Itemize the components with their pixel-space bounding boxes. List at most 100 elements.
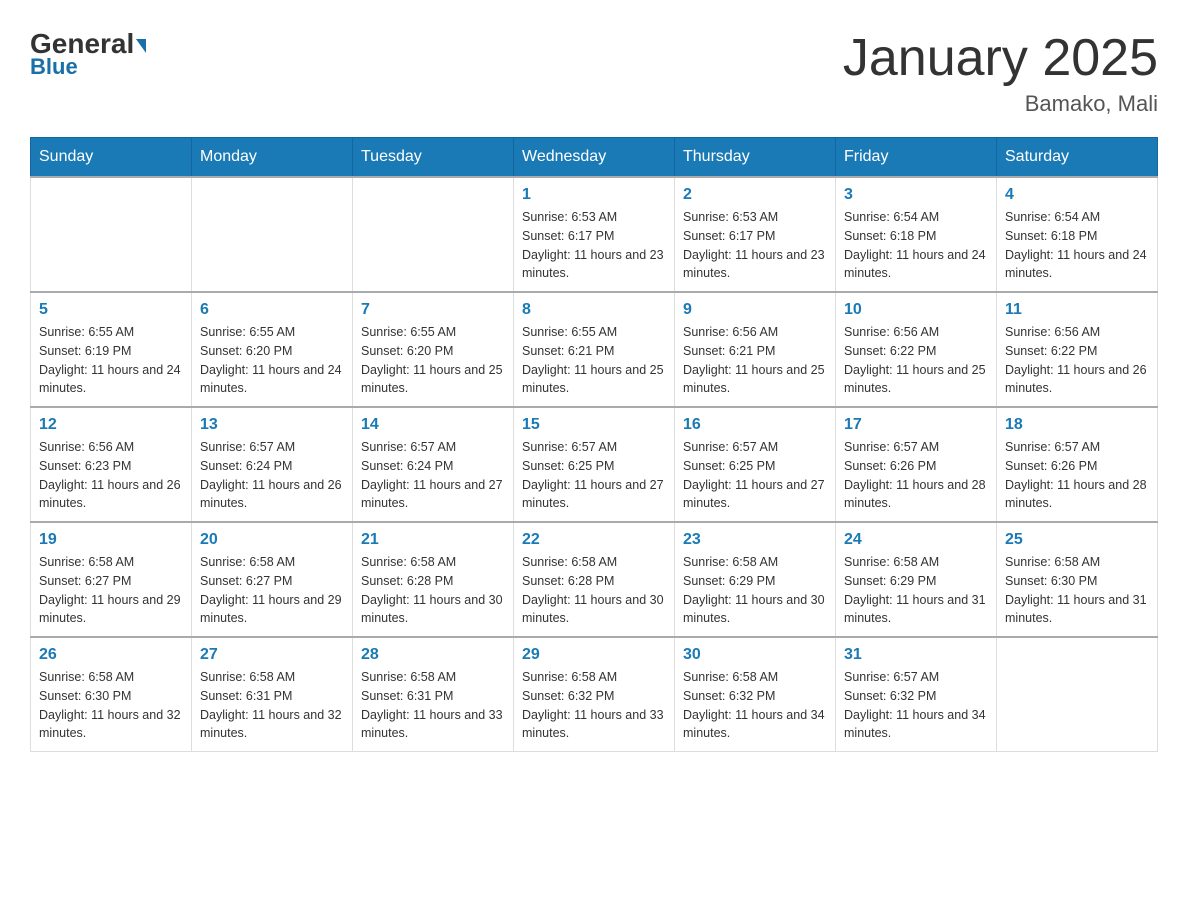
calendar-day-cell: 26Sunrise: 6:58 AM Sunset: 6:30 PM Dayli…	[31, 637, 192, 752]
day-number: 7	[361, 301, 505, 319]
calendar-day-cell: 23 Sunrise: 6:58 AM Sunset: 6:29 PM Dayli…	[675, 522, 836, 637]
calendar-day-cell: 27 Sunrise: 6:58 AM Sunset: 6:31 PM Dayli…	[192, 637, 353, 752]
day-number: 15	[522, 416, 666, 434]
day-info: Sunrise: 6:55 AM Sunset: 6:21 PM Dayligh…	[522, 323, 666, 398]
logo-blue-text: Blue	[30, 54, 78, 80]
day-number: 21	[361, 531, 505, 549]
calendar-day-cell: 3Sunrise: 6:54 AM Sunset: 6:18 PM Daylig…	[836, 177, 997, 292]
day-info: Sunrise: 6:57 AM Sunset: 6:32 PM Dayligh…	[844, 668, 988, 743]
day-info: Sunrise: 6:56 AM Sunset: 6:23 PM Dayligh…	[39, 438, 183, 513]
calendar-day-cell: 15 Sunrise: 6:57 AM Sunset: 6:25 PM Dayli…	[514, 407, 675, 522]
day-number: 27	[200, 646, 344, 664]
calendar-day-cell: 21 Sunrise: 6:58 AM Sunset: 6:28 PM Dayli…	[353, 522, 514, 637]
calendar-day-cell: 11 Sunrise: 6:56 AM Sunset: 6:22 PM Dayli…	[997, 292, 1158, 407]
calendar-day-cell: 22 Sunrise: 6:58 AM Sunset: 6:28 PM Dayli…	[514, 522, 675, 637]
day-number: 14	[361, 416, 505, 434]
calendar-day-cell: 29 Sunrise: 6:58 AM Sunset: 6:32 PM Dayli…	[514, 637, 675, 752]
day-info: Sunrise: 6:58 AM Sunset: 6:31 PM Dayligh…	[361, 668, 505, 743]
day-number: 29	[522, 646, 666, 664]
calendar-day-cell: 25 Sunrise: 6:58 AM Sunset: 6:30 PM Dayli…	[997, 522, 1158, 637]
calendar-week-row: 1 Sunrise: 6:53 AM Sunset: 6:17 PM Daylig…	[31, 177, 1158, 292]
calendar-week-row: 12 Sunrise: 6:56 AM Sunset: 6:23 PM Dayli…	[31, 407, 1158, 522]
day-number: 17	[844, 416, 988, 434]
calendar-day-cell: 4 Sunrise: 6:54 AM Sunset: 6:18 PM Daylig…	[997, 177, 1158, 292]
calendar-day-cell	[353, 177, 514, 292]
day-info: Sunrise: 6:57 AM Sunset: 6:24 PM Dayligh…	[361, 438, 505, 513]
day-number: 31	[844, 646, 988, 664]
calendar-day-header: Monday	[192, 138, 353, 178]
day-info: Sunrise: 6:58 AM Sunset: 6:30 PM Dayligh…	[39, 668, 183, 743]
calendar-day-cell: 1 Sunrise: 6:53 AM Sunset: 6:17 PM Daylig…	[514, 177, 675, 292]
day-info: Sunrise: 6:58 AM Sunset: 6:29 PM Dayligh…	[844, 553, 988, 628]
calendar-day-cell	[192, 177, 353, 292]
day-number: 22	[522, 531, 666, 549]
logo-arrow-icon	[136, 39, 146, 53]
day-info: Sunrise: 6:54 AM Sunset: 6:18 PM Dayligh…	[1005, 208, 1149, 283]
day-number: 13	[200, 416, 344, 434]
day-number: 9	[683, 301, 827, 319]
day-info: Sunrise: 6:57 AM Sunset: 6:25 PM Dayligh…	[683, 438, 827, 513]
calendar-day-cell: 10Sunrise: 6:56 AM Sunset: 6:22 PM Dayli…	[836, 292, 997, 407]
calendar-day-cell: 9 Sunrise: 6:56 AM Sunset: 6:21 PM Daylig…	[675, 292, 836, 407]
day-number: 24	[844, 531, 988, 549]
day-info: Sunrise: 6:55 AM Sunset: 6:20 PM Dayligh…	[200, 323, 344, 398]
day-info: Sunrise: 6:57 AM Sunset: 6:24 PM Dayligh…	[200, 438, 344, 513]
day-info: Sunrise: 6:55 AM Sunset: 6:20 PM Dayligh…	[361, 323, 505, 398]
day-info: Sunrise: 6:58 AM Sunset: 6:31 PM Dayligh…	[200, 668, 344, 743]
calendar-day-cell: 7 Sunrise: 6:55 AM Sunset: 6:20 PM Daylig…	[353, 292, 514, 407]
calendar-day-cell: 31 Sunrise: 6:57 AM Sunset: 6:32 PM Dayli…	[836, 637, 997, 752]
day-number: 23	[683, 531, 827, 549]
day-number: 5	[39, 301, 183, 319]
day-number: 1	[522, 186, 666, 204]
calendar-day-cell: 5Sunrise: 6:55 AM Sunset: 6:19 PM Daylig…	[31, 292, 192, 407]
calendar-table: SundayMondayTuesdayWednesdayThursdayFrid…	[30, 137, 1158, 752]
day-info: Sunrise: 6:58 AM Sunset: 6:28 PM Dayligh…	[361, 553, 505, 628]
day-info: Sunrise: 6:53 AM Sunset: 6:17 PM Dayligh…	[683, 208, 827, 283]
calendar-day-header: Tuesday	[353, 138, 514, 178]
title-block: January 2025 Bamako, Mali	[843, 30, 1158, 117]
day-number: 6	[200, 301, 344, 319]
calendar-day-cell: 18Sunrise: 6:57 AM Sunset: 6:26 PM Dayli…	[997, 407, 1158, 522]
calendar-day-cell: 8 Sunrise: 6:55 AM Sunset: 6:21 PM Daylig…	[514, 292, 675, 407]
day-info: Sunrise: 6:58 AM Sunset: 6:27 PM Dayligh…	[39, 553, 183, 628]
day-number: 12	[39, 416, 183, 434]
day-number: 10	[844, 301, 988, 319]
calendar-day-cell: 30Sunrise: 6:58 AM Sunset: 6:32 PM Dayli…	[675, 637, 836, 752]
calendar-day-cell: 2Sunrise: 6:53 AM Sunset: 6:17 PM Daylig…	[675, 177, 836, 292]
page-title: January 2025	[843, 30, 1158, 87]
day-number: 30	[683, 646, 827, 664]
day-info: Sunrise: 6:54 AM Sunset: 6:18 PM Dayligh…	[844, 208, 988, 283]
day-number: 8	[522, 301, 666, 319]
day-info: Sunrise: 6:58 AM Sunset: 6:28 PM Dayligh…	[522, 553, 666, 628]
calendar-day-cell: 13 Sunrise: 6:57 AM Sunset: 6:24 PM Dayli…	[192, 407, 353, 522]
calendar-day-cell: 20Sunrise: 6:58 AM Sunset: 6:27 PM Dayli…	[192, 522, 353, 637]
calendar-day-cell: 16 Sunrise: 6:57 AM Sunset: 6:25 PM Dayli…	[675, 407, 836, 522]
calendar-week-row: 5Sunrise: 6:55 AM Sunset: 6:19 PM Daylig…	[31, 292, 1158, 407]
calendar-day-header: Thursday	[675, 138, 836, 178]
day-info: Sunrise: 6:58 AM Sunset: 6:30 PM Dayligh…	[1005, 553, 1149, 628]
calendar-day-header: Friday	[836, 138, 997, 178]
day-info: Sunrise: 6:58 AM Sunset: 6:32 PM Dayligh…	[522, 668, 666, 743]
calendar-day-cell: 28Sunrise: 6:58 AM Sunset: 6:31 PM Dayli…	[353, 637, 514, 752]
day-number: 11	[1005, 301, 1149, 319]
day-number: 25	[1005, 531, 1149, 549]
calendar-week-row: 26Sunrise: 6:58 AM Sunset: 6:30 PM Dayli…	[31, 637, 1158, 752]
day-info: Sunrise: 6:57 AM Sunset: 6:26 PM Dayligh…	[844, 438, 988, 513]
day-info: Sunrise: 6:53 AM Sunset: 6:17 PM Dayligh…	[522, 208, 666, 283]
calendar-week-row: 19 Sunrise: 6:58 AM Sunset: 6:27 PM Dayli…	[31, 522, 1158, 637]
day-info: Sunrise: 6:56 AM Sunset: 6:22 PM Dayligh…	[1005, 323, 1149, 398]
calendar-day-cell: 6 Sunrise: 6:55 AM Sunset: 6:20 PM Daylig…	[192, 292, 353, 407]
day-info: Sunrise: 6:57 AM Sunset: 6:25 PM Dayligh…	[522, 438, 666, 513]
calendar-day-cell: 14 Sunrise: 6:57 AM Sunset: 6:24 PM Dayli…	[353, 407, 514, 522]
day-number: 20	[200, 531, 344, 549]
calendar-day-header: Saturday	[997, 138, 1158, 178]
page-header: General Blue January 2025 Bamako, Mali	[30, 30, 1158, 117]
day-number: 16	[683, 416, 827, 434]
calendar-day-header: Sunday	[31, 138, 192, 178]
day-info: Sunrise: 6:58 AM Sunset: 6:29 PM Dayligh…	[683, 553, 827, 628]
day-info: Sunrise: 6:57 AM Sunset: 6:26 PM Dayligh…	[1005, 438, 1149, 513]
day-number: 4	[1005, 186, 1149, 204]
day-info: Sunrise: 6:56 AM Sunset: 6:21 PM Dayligh…	[683, 323, 827, 398]
day-number: 19	[39, 531, 183, 549]
calendar-day-cell	[997, 637, 1158, 752]
